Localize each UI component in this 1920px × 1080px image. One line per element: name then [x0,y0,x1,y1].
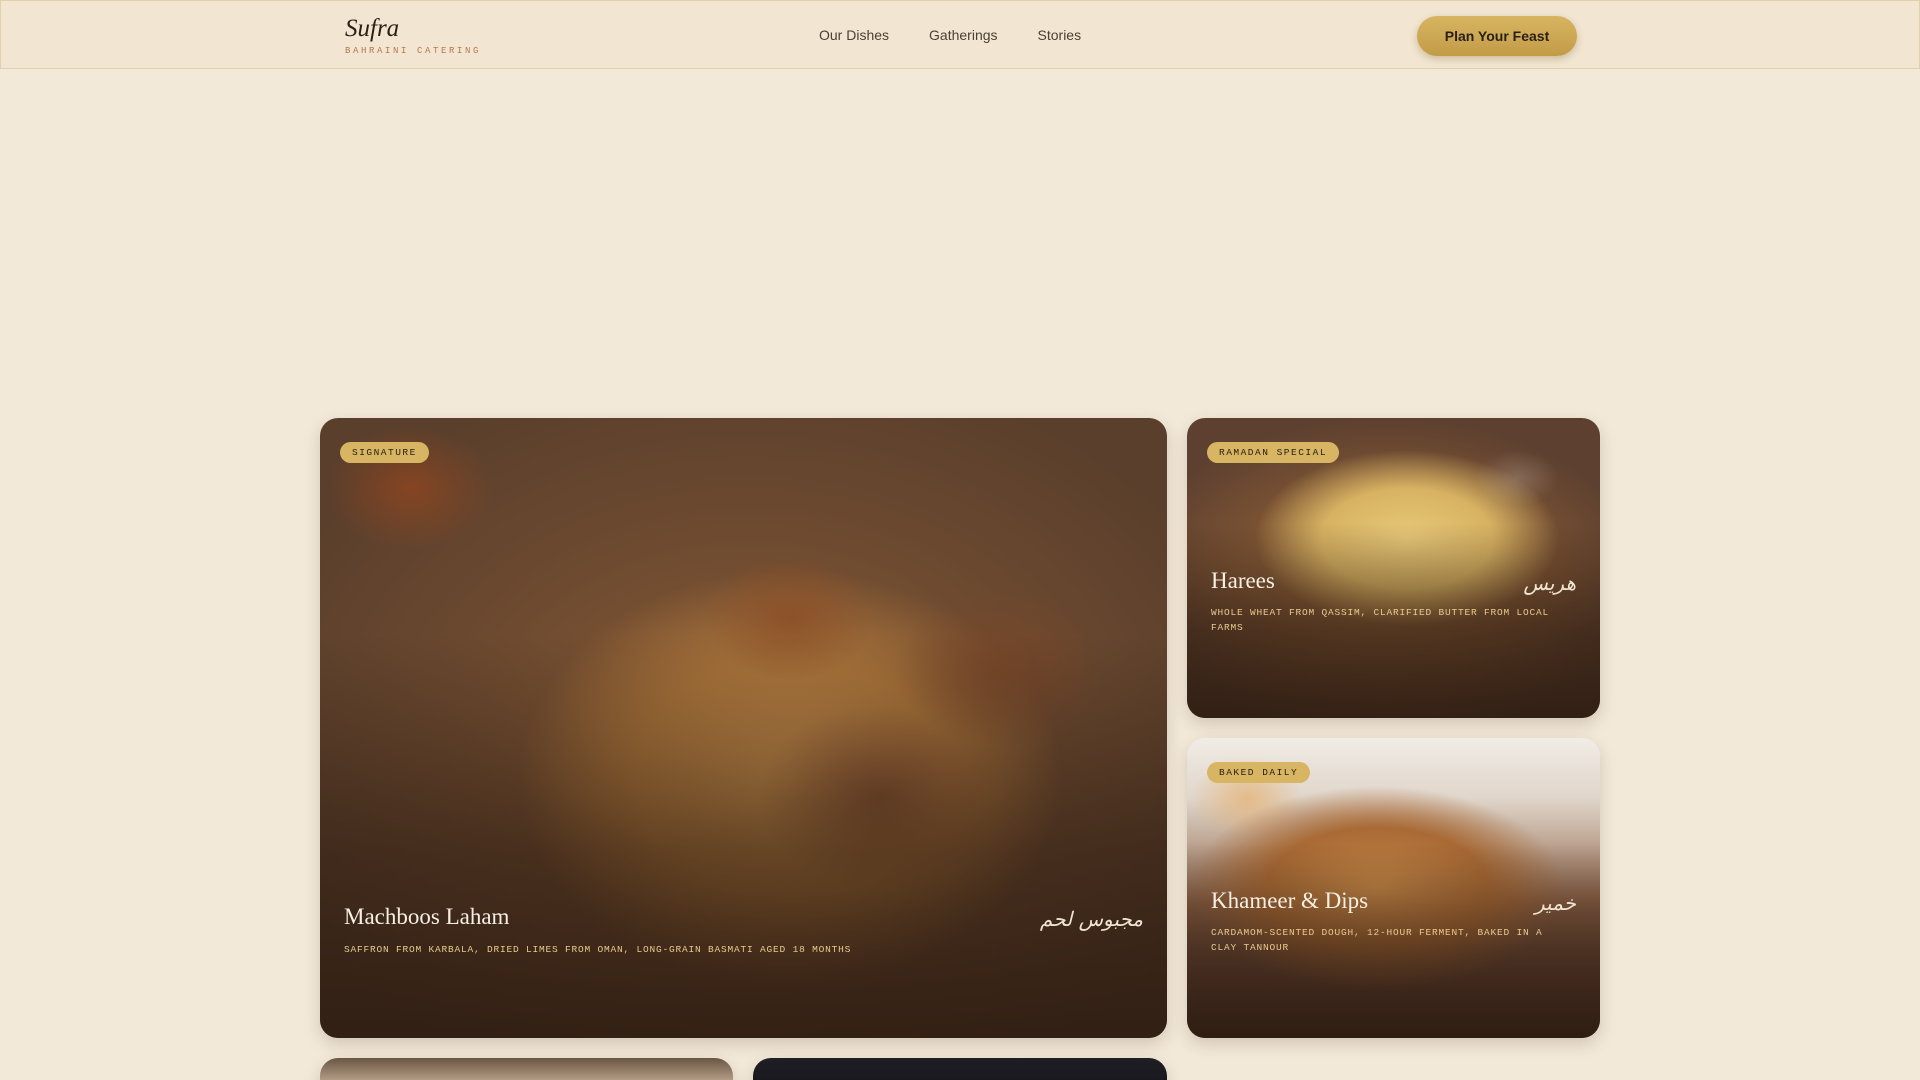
nav-link-stories[interactable]: Stories [1038,27,1082,43]
dish-card-partial[interactable] [320,1058,733,1080]
brand-tagline: BAHRAINI CATERING [345,45,482,56]
brand-name: Sufra [345,15,400,42]
dish-description: CARDAMOM-SCENTED DOUGH, 12-HOUR FERMENT,… [1211,927,1543,953]
dish-card-partial[interactable] [753,1058,1167,1080]
nav-link-our-dishes[interactable]: Our Dishes [819,27,889,43]
dish-arabic-name: خمير [1535,891,1576,915]
dish-badge: SIGNATURE [340,442,429,463]
dish-card-harees[interactable]: RAMADAN SPECIAL Harees هريس WHOLE WHEAT … [1187,418,1600,718]
dish-card-khameer[interactable]: BAKED DAILY Khameer & Dips خمير CARDAMOM… [1187,738,1600,1038]
plan-feast-button[interactable]: Plan Your Feast [1417,16,1577,56]
dish-name: Machboos Laham [344,904,510,929]
dish-arabic-name: هريس [1523,571,1576,595]
dish-description: SAFFRON FROM KARBALA, DRIED LIMES FROM O… [344,944,852,955]
dish-name: Khameer & Dips [1211,888,1369,913]
brand-logo[interactable]: Sufra BAHRAINI CATERING [345,15,481,56]
dish-badge: BAKED DAILY [1207,762,1311,783]
dish-badge: RAMADAN SPECIAL [1207,442,1340,463]
dish-arabic-name: مجبوس لحم [1039,907,1143,931]
dish-card-machboos[interactable]: SIGNATURE Machboos Laham مجبوس لحم SAFFR… [320,418,1167,1038]
main-nav: Our Dishes Gatherings Stories [819,27,1081,43]
dish-description: WHOLE WHEAT FROM QASSIM, CLARIFIED BUTTE… [1211,607,1550,633]
nav-link-gatherings[interactable]: Gatherings [929,27,997,43]
site-header: Sufra BAHRAINI CATERING Our Dishes Gathe… [0,0,1920,69]
dish-name: Harees [1211,568,1275,593]
